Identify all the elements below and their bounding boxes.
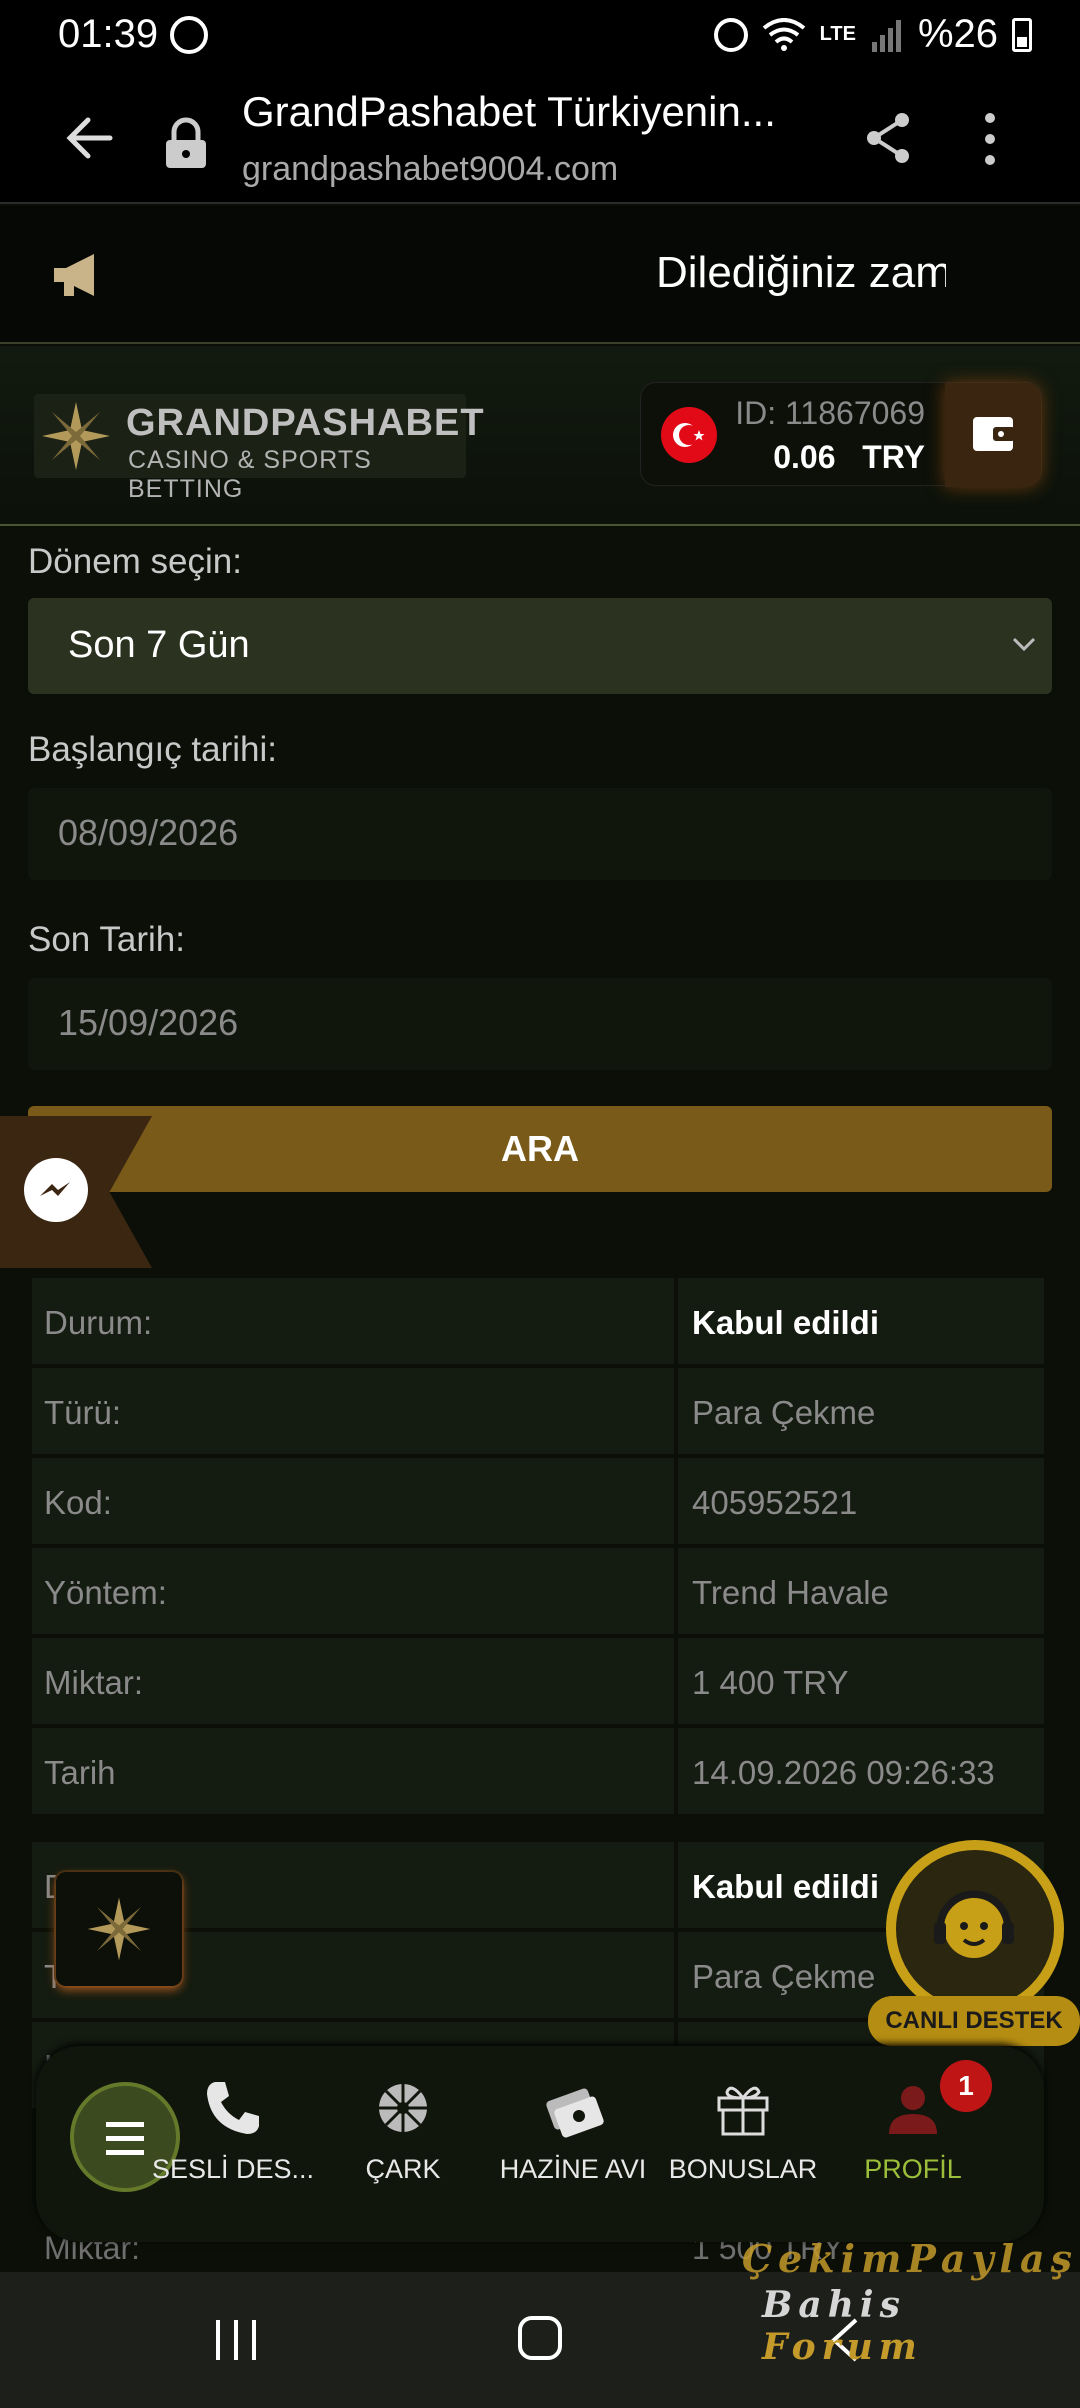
nav-item-wheel[interactable]: ÇARK [318, 2076, 488, 2185]
watermark: ÇekimPaylaş Bahis Forum [741, 2236, 1080, 2368]
row-value: 1 400 TRY [678, 1638, 1044, 1724]
watermark-line1: ÇekimPaylaş [741, 2236, 1078, 2281]
phone-icon [207, 2082, 259, 2134]
account-balance-box[interactable]: ID: 11867069 0.06 TRY [640, 382, 1042, 487]
back-arrow-icon[interactable] [60, 108, 120, 168]
table-row: Kod: 405952521 [32, 1458, 1044, 1544]
row-value: Para Çekme [678, 1368, 1044, 1454]
signal-icon [871, 19, 901, 52]
brand-tagline: CASINO & SPORTS BETTING [128, 446, 372, 503]
star-logo-icon [42, 402, 110, 470]
end-date-field[interactable]: 15/09/2026 [28, 978, 1052, 1070]
menu-line [106, 2150, 144, 2155]
period-select[interactable]: Son 7 Gün [28, 598, 1052, 694]
balance-amount: 0.06 [773, 439, 836, 475]
start-date-label: Başlangıç tarihi: [28, 730, 278, 769]
profile-icon [889, 2086, 937, 2134]
page-title[interactable]: GrandPashabet Türkiyenin... [242, 88, 776, 136]
menu-line [106, 2136, 144, 2141]
table-row: Yöntem: Trend Havale [32, 1548, 1044, 1634]
live-support-button[interactable]: CANLI DESTEK [868, 1840, 1080, 2050]
megaphone-icon [54, 254, 94, 296]
nav-item-voice-support[interactable]: SESLİ DES... [148, 2076, 318, 2185]
row-value: Trend Havale [678, 1548, 1044, 1634]
nav-label: HAZİNE AVI [499, 2154, 647, 2184]
headset-agent-icon [934, 1890, 1014, 1958]
nav-item-treasure-hunt[interactable]: HAZİNE AVI [488, 2076, 658, 2185]
start-date-field[interactable]: 08/09/2026 [28, 788, 1052, 880]
table-row: Tarih 14.09.2026 09:26:33 [32, 1728, 1044, 1814]
chevron-down-icon [1012, 637, 1036, 652]
period-value: Son 7 Gün [68, 624, 250, 666]
lock-icon[interactable] [162, 116, 210, 170]
share-icon[interactable] [862, 110, 914, 166]
end-date-label: Son Tarih: [28, 920, 185, 959]
announcement-text: Dilediğiniz zam [656, 248, 946, 297]
watermark-line2: Bahis Forum [762, 2284, 1080, 2368]
end-date-value: 15/09/2026 [58, 1002, 239, 1043]
transaction-card: Durum: Kabul edildi Türü: Para Çekme Kod: 405… [32, 1278, 1044, 1818]
brand-name: GRANDPASHABET [126, 402, 485, 444]
more-options-icon[interactable] [982, 110, 998, 168]
search-button[interactable]: ARA [28, 1106, 1052, 1192]
floating-logo-button[interactable] [56, 1872, 182, 1986]
wifi-icon [762, 17, 805, 51]
bottom-navigation: SESLİ DES... ÇARK HAZİNE AVI BONUSLAR PR… [36, 2046, 1044, 2242]
row-key: Tarih [32, 1728, 674, 1814]
row-value: 14.09.2026 09:26:33 [678, 1728, 1044, 1814]
battery-icon [1012, 17, 1032, 52]
recents-icon[interactable] [212, 2320, 262, 2360]
period-label: Dönem seçin: [28, 542, 242, 581]
table-row: Miktar: 1 400 TRY [32, 1638, 1044, 1724]
home-icon[interactable] [518, 2316, 562, 2360]
wheel-icon [379, 2084, 427, 2132]
nav-label: BONUSLAR [668, 2154, 818, 2184]
messenger-icon [24, 1158, 88, 1222]
balance-currency: TRY [862, 439, 925, 475]
site-logo[interactable]: GRANDPASHABET CASINO & SPORTS BETTING [34, 394, 484, 503]
watermark-word: Forum [762, 2326, 923, 2368]
live-support-label: CANLI DESTEK [868, 1996, 1080, 2046]
nav-label: SESLİ DES... [151, 2154, 315, 2184]
announcement-bar: Dilediğiniz zam [0, 206, 1080, 344]
treasure-icon [546, 2088, 604, 2138]
wallet-icon [973, 417, 1015, 451]
wallet-button[interactable] [945, 383, 1041, 487]
star-logo-icon [87, 1897, 151, 1961]
watermark-word: Bahis [762, 2284, 906, 2326]
status-bar: 01:39 LTE %26 [0, 0, 1080, 70]
notification-badge: 1 [940, 2060, 992, 2112]
battery-percent: %26 [917, 12, 998, 56]
status-time: 01:39 [58, 12, 159, 56]
nav-label: ÇARK [365, 2154, 441, 2184]
account-id: ID: 11867069 [735, 395, 925, 431]
row-key: Türü: [32, 1368, 674, 1454]
row-key: Yöntem: [32, 1548, 674, 1634]
table-row: Durum: Kabul edildi [32, 1278, 1044, 1364]
account-balance: 0.06 TRY [773, 439, 925, 476]
table-row: Türü: Para Çekme [32, 1368, 1044, 1454]
nav-label: PROFİL [864, 2154, 962, 2184]
row-key: Durum: [32, 1278, 674, 1364]
browser-toolbar: GrandPashabet Türkiyenin... grandpashabe… [0, 70, 1080, 204]
network-type: LTE [819, 23, 856, 45]
menu-line [106, 2122, 144, 2127]
page-url[interactable]: grandpashabet9004.com [242, 150, 618, 189]
nav-item-bonuses[interactable]: BONUSLAR [658, 2076, 828, 2185]
alarm-icon [713, 17, 748, 52]
start-date-value: 08/09/2026 [58, 812, 239, 853]
turkey-flag-icon [661, 407, 717, 463]
row-key: Kod: [32, 1458, 674, 1544]
row-value: 405952521 [678, 1458, 1044, 1544]
row-key: Miktar: [32, 1638, 674, 1724]
gift-icon [717, 2086, 769, 2136]
status-indicators: LTE %26 [713, 12, 1032, 57]
messenger-button[interactable] [0, 1116, 152, 1268]
whatsapp-icon [170, 16, 208, 54]
site-header: GRANDPASHABET CASINO & SPORTS BETTING ID… [0, 346, 1080, 526]
row-value: Kabul edildi [678, 1278, 1044, 1364]
